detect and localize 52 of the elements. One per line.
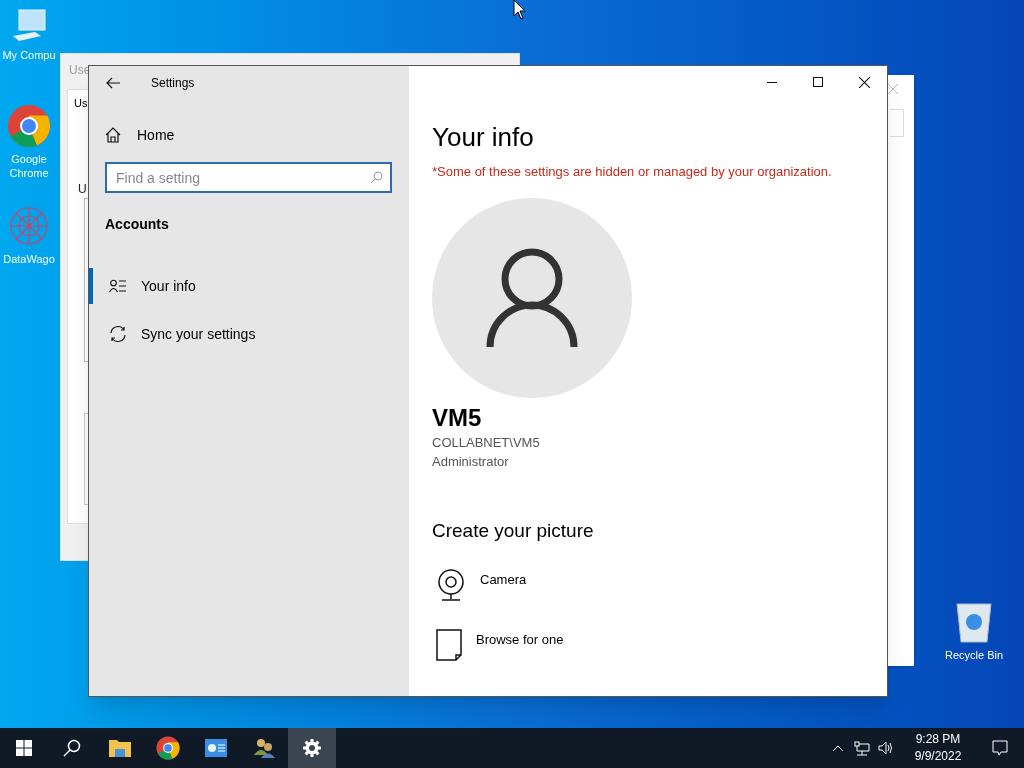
minimize-icon: [767, 81, 777, 83]
nav-item[interactable]: Sync your settings: [89, 316, 409, 352]
webcam-icon: [436, 569, 466, 601]
document-icon: [436, 629, 462, 661]
clock-time[interactable]: 9:28 PM: [915, 731, 961, 748]
desktop-icon-label: My Compu: [1, 48, 57, 62]
desktop-icon-label: Recycle Bin: [943, 648, 1005, 662]
app-window-icon: [205, 739, 227, 757]
windows-icon: [16, 740, 32, 756]
desktop-icon[interactable]: Recycle Bin: [930, 600, 1018, 662]
person-icon: [486, 246, 578, 349]
computer-icon: [11, 8, 47, 44]
recycle-bin-icon: [954, 600, 994, 644]
desktop-icon-label: DataWago: [2, 252, 56, 266]
page-title: Your info: [432, 121, 535, 153]
desktop-icon-label: Google Chrome: [8, 152, 50, 180]
search-icon: [370, 171, 383, 184]
picture-option[interactable]: Camera: [432, 569, 887, 601]
home-icon: [105, 127, 121, 143]
taskbar-button[interactable]: [288, 728, 336, 768]
home-nav-item[interactable]: Home: [105, 123, 409, 147]
maximize-icon: [813, 77, 823, 87]
user-name: VM5: [432, 402, 483, 433]
network-icon: [854, 740, 870, 756]
window-title: Settings: [151, 75, 195, 92]
back-arrow-icon: [106, 77, 120, 89]
account-role: Administrator: [432, 452, 510, 471]
section-heading: Create your picture: [432, 518, 595, 543]
tab[interactable]: Us: [74, 95, 88, 112]
gear-icon: [303, 739, 321, 757]
sync-icon: [109, 325, 127, 343]
close-icon: [858, 76, 870, 88]
search-icon: [63, 739, 81, 757]
warning-text: *Some of these settings are hidden or managed by your organization.: [432, 163, 833, 181]
account-name: COLLABNET\VM5: [432, 433, 541, 452]
picture-option[interactable]: Browse for one: [432, 629, 887, 661]
cursor-icon: [513, 0, 526, 20]
chrome-icon: [156, 736, 180, 760]
field-label: U: [78, 181, 87, 198]
folder-icon: [109, 739, 131, 757]
network-icon: [7, 204, 51, 248]
person-list-icon: [109, 279, 127, 293]
clock-date[interactable]: 9/9/2022: [914, 748, 962, 765]
notification-icon: [992, 740, 1008, 756]
users-icon: [253, 738, 275, 758]
section-heading: Accounts: [105, 215, 170, 234]
close-icon: [888, 84, 898, 94]
field-outline: [890, 109, 904, 137]
chevron-up-icon: [832, 744, 844, 752]
speaker-icon: [878, 741, 894, 755]
search-field[interactable]: Find a setting: [105, 162, 392, 193]
chrome-icon: [7, 104, 51, 148]
